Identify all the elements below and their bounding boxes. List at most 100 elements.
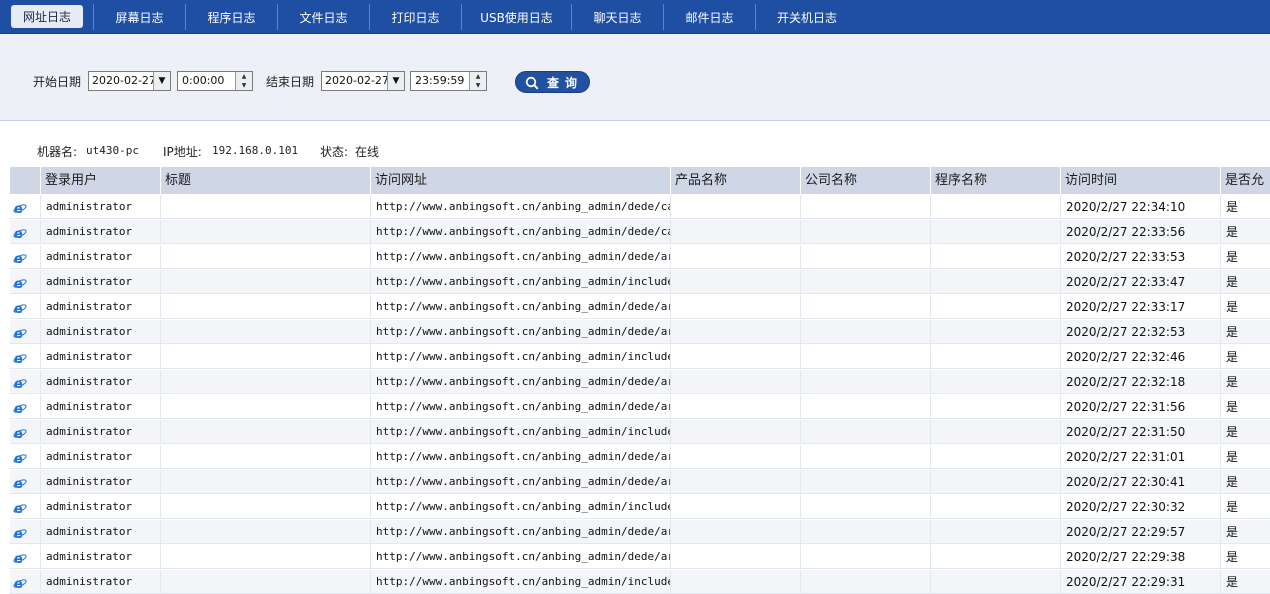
end-date-value: 2020-02-27 (325, 74, 389, 87)
cell-product (670, 545, 800, 569)
query-button-label: 查询 (547, 76, 584, 90)
cell-allowed: 是 (1220, 370, 1270, 394)
tab-usb-log[interactable]: USB使用日志 (462, 0, 571, 33)
end-date-label: 结束日期 (266, 75, 315, 89)
cell-allowed: 是 (1220, 320, 1270, 344)
table-row[interactable]: e administrator http://www.anbingsoft.cn/a… (10, 545, 1270, 569)
tab-print-log[interactable]: 打印日志 (370, 0, 461, 33)
cell-product (670, 420, 800, 444)
cell-company (800, 570, 930, 594)
table-row[interactable]: e administrator http://www.anbingsoft.cn/a… (10, 295, 1270, 319)
column-header-product[interactable]: 产品名称 (670, 167, 800, 194)
cell-title (160, 495, 370, 519)
tab-chat-log[interactable]: 聊天日志 (572, 0, 663, 33)
table-row[interactable]: e administrator http://www.anbingsoft.cn/a… (10, 345, 1270, 369)
chevron-down-icon[interactable]: ▼ (153, 72, 170, 90)
column-header-allowed[interactable]: 是否允 (1220, 167, 1270, 194)
status-value: 在线 (355, 145, 380, 159)
ie-browser-icon: e (13, 402, 27, 415)
table-row[interactable]: e administrator http://www.anbingsoft.cn/a… (10, 445, 1270, 469)
cell-product (670, 220, 800, 244)
start-time-spinner[interactable]: ▲ ▼ (235, 72, 252, 90)
cell-program (930, 295, 1060, 319)
ie-browser-icon: e (13, 377, 27, 390)
cell-user: administrator (40, 395, 160, 419)
ie-browser-icon: e (13, 452, 27, 465)
cell-url: http://www.anbingsoft.cn/anbing_admin/in… (370, 570, 670, 594)
cell-product (670, 245, 800, 269)
table-row[interactable]: e administrator http://www.anbingsoft.cn/a… (10, 395, 1270, 419)
cell-program (930, 395, 1060, 419)
end-date-picker[interactable]: 2020-02-27 ▼ (321, 71, 405, 91)
cell-time: 2020/2/27 22:31:56 (1060, 395, 1220, 419)
log-table-header: 登录用户 标题 访问网址 产品名称 公司名称 程序名称 访问时间 是否允 (10, 167, 1270, 194)
cell-url: http://www.anbingsoft.cn/anbing_admin/de… (370, 320, 670, 344)
table-row[interactable]: e administrator http://www.anbingsoft.cn/a… (10, 320, 1270, 344)
cell-url: http://www.anbingsoft.cn/anbing_admin/de… (370, 445, 670, 469)
spin-down-icon[interactable]: ▼ (236, 81, 252, 90)
cell-company (800, 420, 930, 444)
cell-url: http://www.anbingsoft.cn/anbing_admin/in… (370, 420, 670, 444)
table-row[interactable]: e administrator http://www.anbingsoft.cn/a… (10, 370, 1270, 394)
cell-time: 2020/2/27 22:33:53 (1060, 245, 1220, 269)
column-header-title[interactable]: 标题 (160, 167, 370, 194)
row-icon-cell: e (10, 370, 40, 394)
cell-user: administrator (40, 495, 160, 519)
chevron-down-icon[interactable]: ▼ (387, 72, 404, 90)
cell-time: 2020/2/27 22:29:31 (1060, 570, 1220, 594)
status-label: 状态: (320, 145, 349, 159)
tab-power-log[interactable]: 开关机日志 (756, 0, 858, 33)
table-row[interactable]: e administrator http://www.anbingsoft.cn/a… (10, 220, 1270, 244)
column-header-user[interactable]: 登录用户 (40, 167, 160, 194)
query-button[interactable]: 查询 (515, 71, 590, 93)
cell-allowed: 是 (1220, 445, 1270, 469)
column-header-company[interactable]: 公司名称 (800, 167, 930, 194)
cell-title (160, 520, 370, 544)
tab-url-log[interactable]: 网址日志 (11, 5, 83, 28)
table-row[interactable]: e administrator http://www.anbingsoft.cn/a… (10, 245, 1270, 269)
table-row[interactable]: e administrator http://www.anbingsoft.cn/a… (10, 495, 1270, 519)
tab-program-log[interactable]: 程序日志 (186, 0, 277, 33)
table-row[interactable]: e administrator http://www.anbingsoft.cn/a… (10, 570, 1270, 594)
spin-up-icon[interactable]: ▲ (470, 72, 486, 81)
column-header-time[interactable]: 访问时间 (1060, 167, 1220, 194)
table-row[interactable]: e administrator http://www.anbingsoft.cn/a… (10, 420, 1270, 444)
cell-company (800, 545, 930, 569)
cell-user: administrator (40, 295, 160, 319)
spin-down-icon[interactable]: ▼ (470, 81, 486, 90)
cell-product (670, 495, 800, 519)
cell-time: 2020/2/27 22:33:56 (1060, 220, 1220, 244)
row-icon-cell: e (10, 520, 40, 544)
table-row[interactable]: e administrator http://www.anbingsoft.cn/a… (10, 270, 1270, 294)
row-icon-cell: e (10, 245, 40, 269)
cell-user: administrator (40, 445, 160, 469)
tab-mail-log[interactable]: 邮件日志 (664, 0, 755, 33)
spin-up-icon[interactable]: ▲ (236, 72, 252, 81)
cell-url: http://www.anbingsoft.cn/anbing_admin/de… (370, 370, 670, 394)
start-time-field[interactable]: 0:00:00 ▲ ▼ (177, 71, 253, 91)
start-date-picker[interactable]: 2020-02-27 ▼ (88, 71, 171, 91)
cell-program (930, 470, 1060, 494)
end-time-field[interactable]: 23:59:59 ▲ ▼ (410, 71, 487, 91)
tab-screen-log[interactable]: 屏幕日志 (94, 0, 185, 33)
cell-url: http://www.anbingsoft.cn/anbing_admin/de… (370, 295, 670, 319)
row-icon-cell: e (10, 345, 40, 369)
cell-url: http://www.anbingsoft.cn/anbing_admin/in… (370, 345, 670, 369)
cell-program (930, 270, 1060, 294)
column-header-url[interactable]: 访问网址 (370, 167, 670, 194)
cell-program (930, 220, 1060, 244)
cell-product (670, 445, 800, 469)
cell-company (800, 345, 930, 369)
cell-time: 2020/2/27 22:30:32 (1060, 495, 1220, 519)
table-row[interactable]: e administrator http://www.anbingsoft.cn/a… (10, 195, 1270, 219)
table-row[interactable]: e administrator http://www.anbingsoft.cn/a… (10, 520, 1270, 544)
cell-time: 2020/2/27 22:30:41 (1060, 470, 1220, 494)
tab-file-log[interactable]: 文件日志 (278, 0, 369, 33)
start-time-value: 0:00:00 (182, 74, 225, 87)
cell-title (160, 245, 370, 269)
column-header-program[interactable]: 程序名称 (930, 167, 1060, 194)
table-row[interactable]: e administrator http://www.anbingsoft.cn/a… (10, 470, 1270, 494)
end-time-spinner[interactable]: ▲ ▼ (469, 72, 486, 90)
cell-time: 2020/2/27 22:32:46 (1060, 345, 1220, 369)
cell-url: http://www.anbingsoft.cn/anbing_admin/de… (370, 470, 670, 494)
